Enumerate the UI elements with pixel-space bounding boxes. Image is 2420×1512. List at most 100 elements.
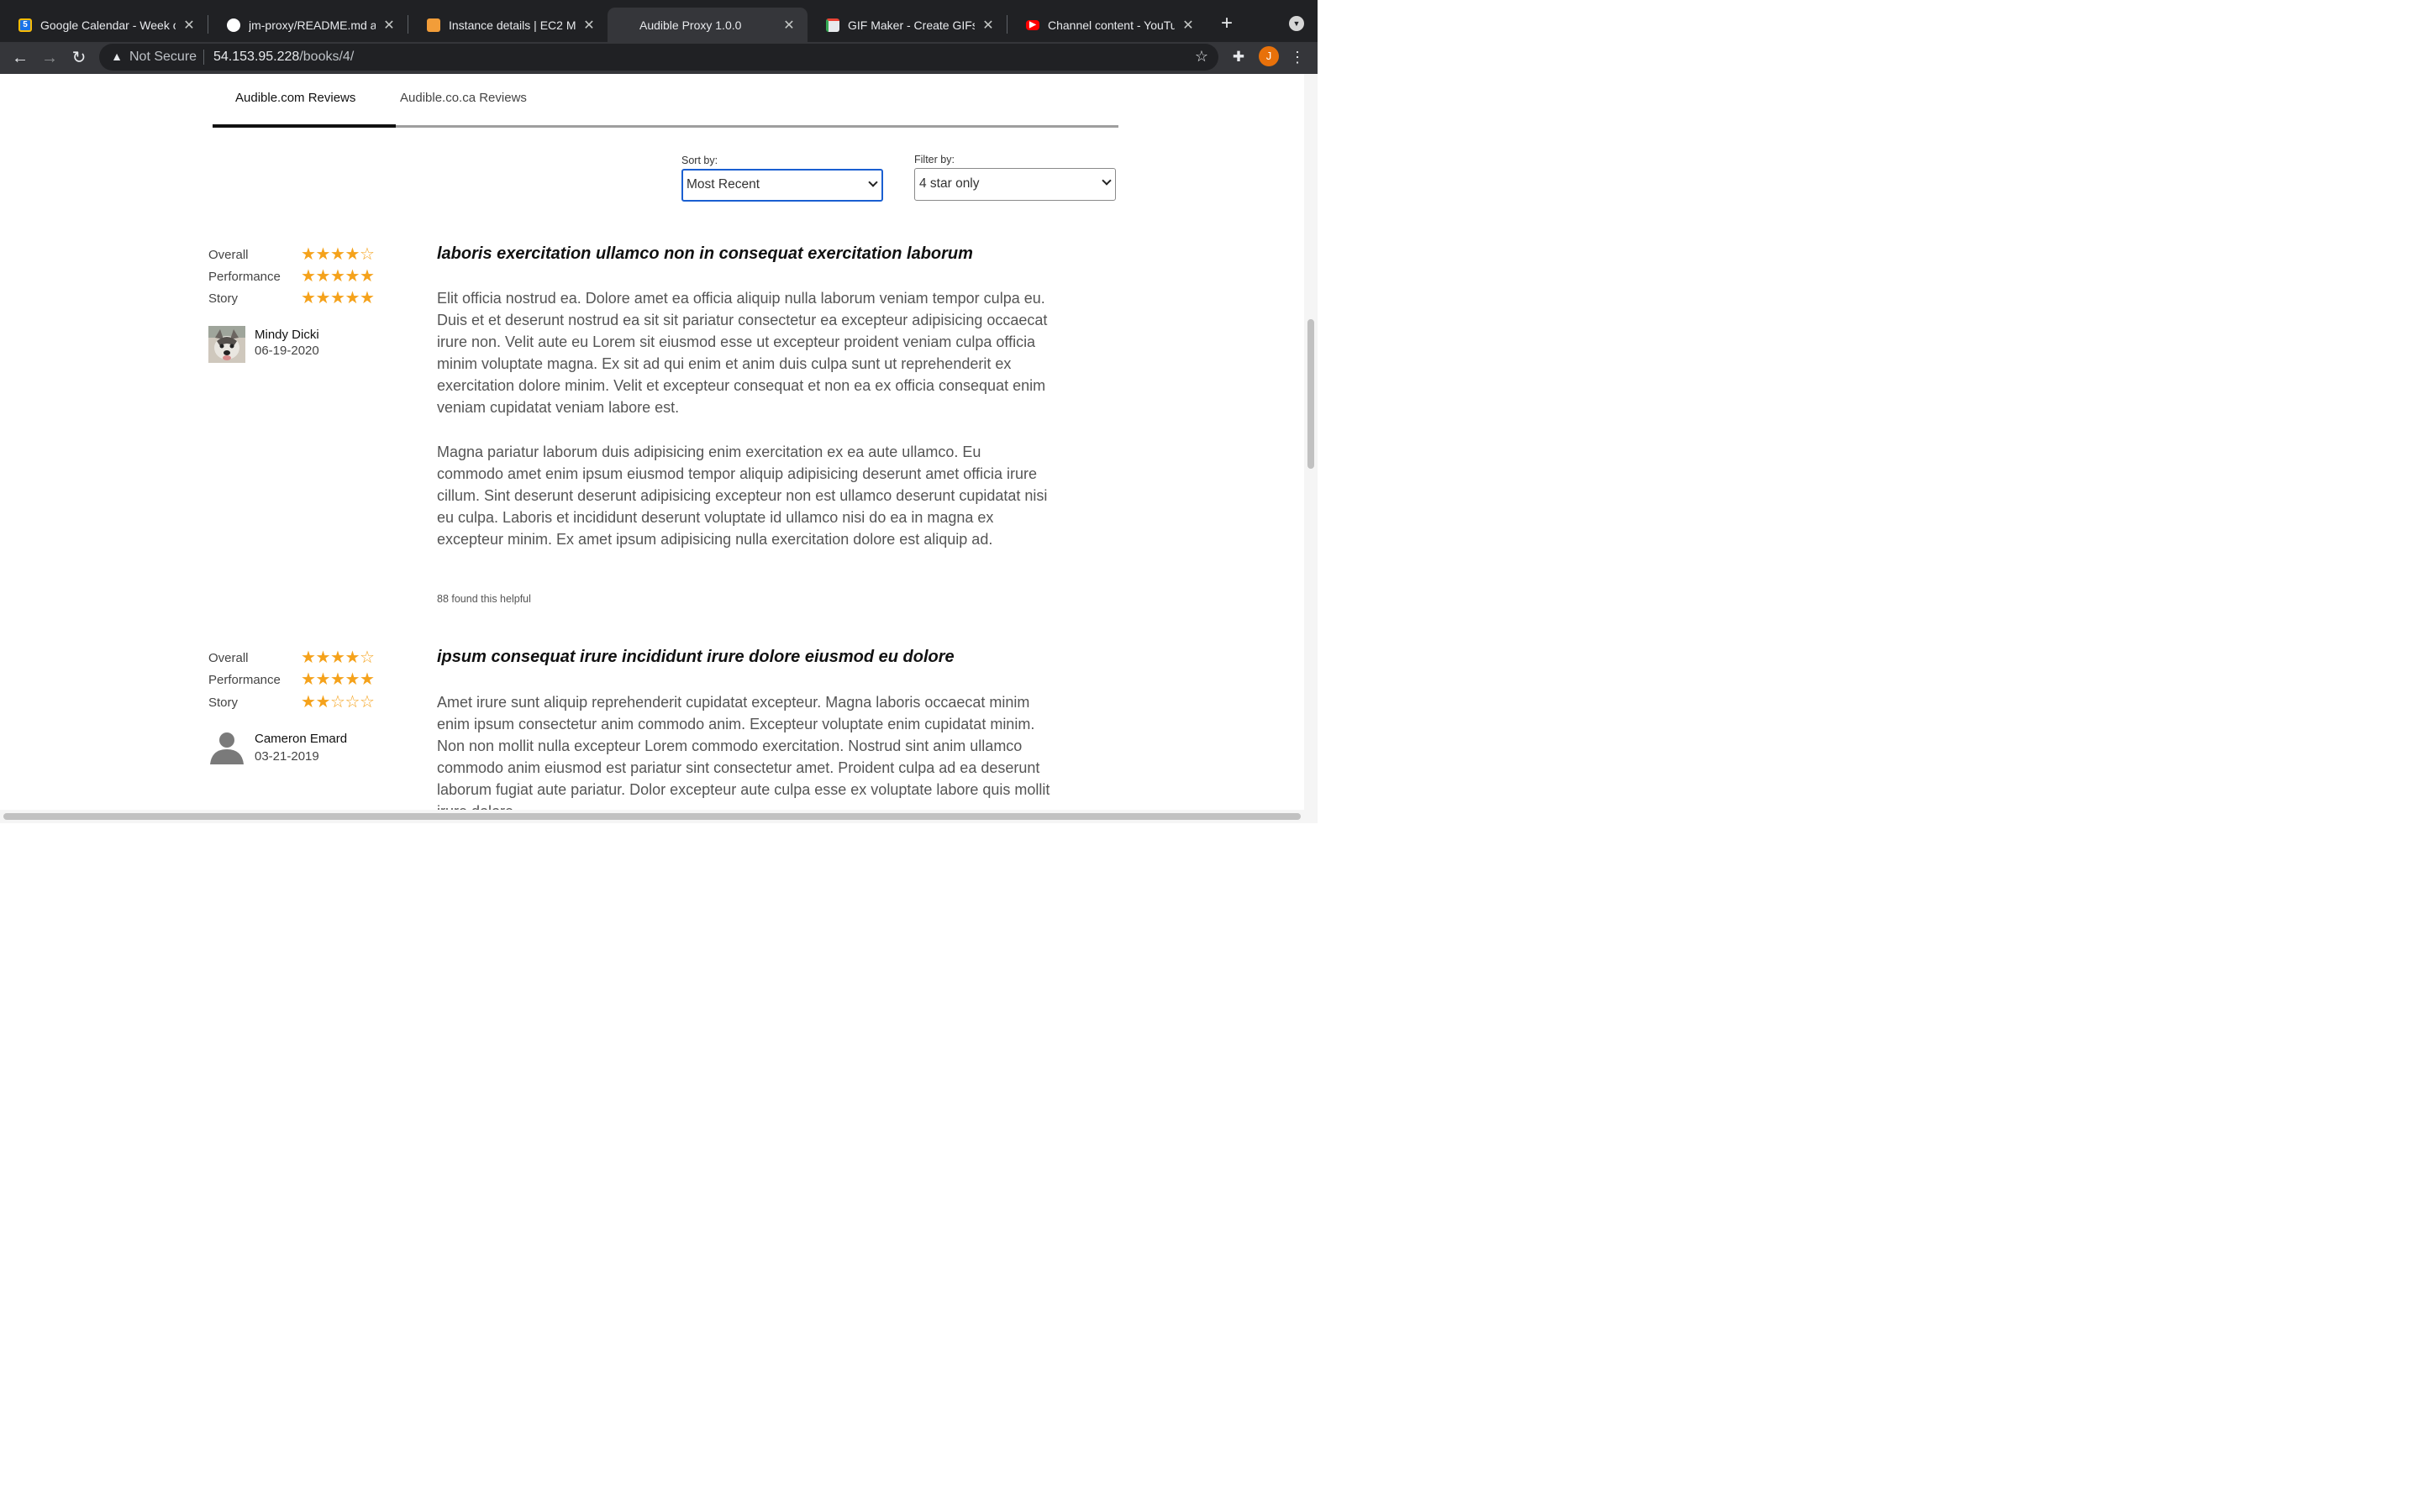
star-filled-icon: ★ bbox=[330, 289, 345, 307]
performance-rating: Performance ★★★★★ bbox=[208, 267, 376, 287]
star-filled-icon: ★ bbox=[360, 267, 375, 286]
reload-icon[interactable]: ↻ bbox=[68, 47, 90, 69]
star-filled-icon: ★ bbox=[345, 648, 360, 667]
tab-audible-co-ca-reviews[interactable]: Audible.co.ca Reviews bbox=[400, 91, 527, 105]
star-filled-icon: ★ bbox=[315, 693, 331, 711]
google-calendar-icon: 5 bbox=[18, 18, 32, 32]
star-filled-icon: ★ bbox=[301, 670, 316, 689]
forward-arrow-icon[interactable]: → bbox=[39, 47, 60, 69]
browser-tab-google-calendar[interactable]: 5 Google Calendar - Week of ✕ bbox=[0, 8, 208, 42]
address-divider bbox=[203, 50, 204, 65]
tab-audible-com-reviews[interactable]: Audible.com Reviews bbox=[235, 91, 355, 105]
star-filled-icon: ★ bbox=[345, 267, 360, 286]
review-title: ipsum consequat irure incididunt irure d… bbox=[437, 648, 955, 666]
star-filled-icon: ★ bbox=[330, 245, 345, 264]
overall-rating: Overall ★★★★☆ bbox=[208, 648, 376, 669]
close-icon[interactable]: ✕ bbox=[1181, 17, 1195, 34]
star-empty-icon: ☆ bbox=[360, 693, 375, 711]
star-filled-icon: ★ bbox=[345, 245, 360, 264]
star-filled-icon: ★ bbox=[301, 267, 316, 286]
not-secure-label[interactable]: Not Secure bbox=[129, 50, 197, 65]
github-icon bbox=[227, 18, 240, 32]
star-rating: ★★★★☆ bbox=[301, 244, 375, 265]
performance-label: Performance bbox=[208, 673, 281, 687]
overall-rating: Overall ★★★★☆ bbox=[208, 245, 376, 265]
performance-label: Performance bbox=[208, 270, 281, 284]
address-bar[interactable]: ▲ Not Secure 54.153.95.228/books/4/ ☆ bbox=[99, 44, 1218, 71]
star-filled-icon: ★ bbox=[301, 289, 316, 307]
filter-by-value: 4 star only bbox=[919, 176, 980, 191]
sort-by-label: Sort by: bbox=[681, 155, 718, 166]
profile-avatar[interactable]: J bbox=[1259, 46, 1279, 66]
star-rating: ★★☆☆☆ bbox=[301, 692, 375, 712]
close-icon[interactable]: ✕ bbox=[182, 17, 196, 34]
browser-tab-gif-maker[interactable]: GIF Maker - Create GIFs fro ✕ bbox=[808, 8, 1007, 42]
review-card: Overall ★★★★☆ Performance ★★★★★ Story ★★… bbox=[208, 244, 1057, 613]
horizontal-scrollbar-thumb[interactable] bbox=[3, 813, 1301, 820]
tab-search-icon[interactable]: ▼ bbox=[1289, 16, 1304, 31]
review-paragraph: Amet irure sunt aliquip reprehenderit cu… bbox=[437, 694, 1050, 810]
overall-label: Overall bbox=[208, 651, 249, 665]
review-title: laboris exercitation ullamco non in cons… bbox=[437, 244, 973, 263]
browser-tab-strip: 5 Google Calendar - Week of ✕ jm-proxy/R… bbox=[0, 0, 1318, 42]
back-arrow-icon[interactable]: ← bbox=[9, 47, 31, 69]
tab-title: jm-proxy/README.md at pr bbox=[249, 18, 376, 32]
chevron-down-icon bbox=[1102, 176, 1112, 186]
story-label: Story bbox=[208, 291, 239, 306]
star-filled-icon: ★ bbox=[301, 648, 316, 667]
active-tab-indicator bbox=[213, 124, 396, 128]
aws-box-icon bbox=[427, 18, 440, 32]
star-empty-icon: ☆ bbox=[360, 648, 375, 667]
tab-title: GIF Maker - Create GIFs fro bbox=[848, 18, 975, 32]
star-filled-icon: ★ bbox=[360, 289, 375, 307]
tab-title: Audible Proxy 1.0.0 bbox=[639, 18, 742, 32]
tab-title: Channel content - YouTube bbox=[1048, 18, 1175, 32]
new-tab-button[interactable]: + bbox=[1215, 12, 1239, 35]
vertical-scrollbar-thumb[interactable] bbox=[1307, 319, 1314, 469]
browser-tab-ec2[interactable]: Instance details | EC2 Mana ✕ bbox=[408, 8, 608, 42]
default-user-avatar-icon bbox=[208, 729, 245, 766]
star-filled-icon: ★ bbox=[315, 648, 331, 667]
browser-tab-youtube[interactable]: ▶ Channel content - YouTube ✕ bbox=[1007, 8, 1207, 42]
story-rating: Story ★★☆☆☆ bbox=[208, 693, 376, 713]
warning-triangle-icon[interactable]: ▲ bbox=[109, 50, 124, 65]
star-filled-icon: ★ bbox=[315, 289, 331, 307]
browser-toolbar: ← → ↻ ▲ Not Secure 54.153.95.228/books/4… bbox=[0, 42, 1318, 74]
star-filled-icon: ★ bbox=[345, 289, 360, 307]
close-icon[interactable]: ✕ bbox=[582, 17, 596, 34]
review-paragraph: Magna pariatur laborum duis adipisicing … bbox=[437, 444, 1048, 549]
star-filled-icon: ★ bbox=[360, 670, 375, 689]
star-filled-icon: ★ bbox=[330, 267, 345, 286]
star-filled-icon: ★ bbox=[315, 245, 331, 264]
extensions-puzzle-icon[interactable]: ✚ bbox=[1229, 47, 1248, 67]
browser-tab-github[interactable]: jm-proxy/README.md at pr ✕ bbox=[208, 8, 408, 42]
chevron-down-icon bbox=[868, 177, 878, 187]
close-icon[interactable]: ✕ bbox=[782, 17, 796, 34]
star-filled-icon: ★ bbox=[301, 693, 316, 711]
tab-title: Google Calendar - Week of bbox=[40, 18, 176, 32]
browser-tab-audible-proxy[interactable]: Audible Proxy 1.0.0 ✕ bbox=[608, 8, 808, 42]
star-rating: ★★★★★ bbox=[301, 288, 375, 308]
close-icon[interactable]: ✕ bbox=[382, 17, 396, 34]
overall-label: Overall bbox=[208, 248, 249, 262]
star-rating: ★★★★★ bbox=[301, 669, 375, 690]
gif-maker-icon bbox=[826, 18, 839, 32]
youtube-icon: ▶ bbox=[1026, 19, 1039, 30]
close-icon[interactable]: ✕ bbox=[981, 17, 995, 34]
star-empty-icon: ☆ bbox=[330, 693, 345, 711]
review-date: 03-21-2019 bbox=[255, 749, 319, 764]
star-filled-icon: ★ bbox=[301, 245, 316, 264]
url-text[interactable]: 54.153.95.228/books/4/ bbox=[213, 50, 354, 65]
sort-by-select[interactable]: Most Recent bbox=[681, 169, 883, 202]
helpful-count: 88 found this helpful bbox=[437, 593, 531, 605]
performance-rating: Performance ★★★★★ bbox=[208, 670, 376, 690]
filter-by-select[interactable]: 4 star only bbox=[914, 168, 1116, 201]
star-filled-icon: ★ bbox=[330, 648, 345, 667]
star-empty-icon: ☆ bbox=[360, 245, 375, 264]
reviewer-avatar-dog-photo bbox=[208, 326, 245, 363]
browser-menu-icon[interactable]: ⋮ bbox=[1289, 46, 1306, 68]
tab-title: Instance details | EC2 Mana bbox=[449, 18, 576, 32]
reviewer-name: Cameron Emard bbox=[255, 732, 348, 746]
bookmark-star-icon[interactable]: ☆ bbox=[1195, 48, 1208, 66]
url-host: 54.153.95.228 bbox=[213, 50, 300, 64]
